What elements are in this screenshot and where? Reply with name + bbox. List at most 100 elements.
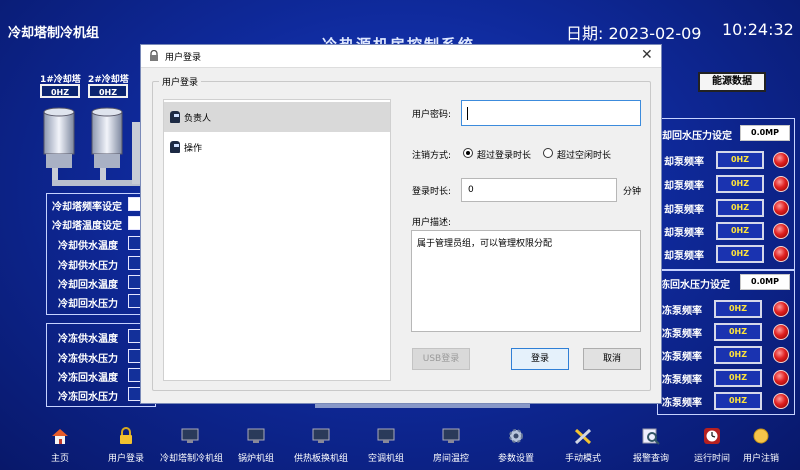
app-title: 冷却塔制冷机组 xyxy=(8,26,100,41)
description-textarea[interactable]: 属于管理员组，可以管理权限分配 xyxy=(411,230,641,332)
user-icon xyxy=(170,111,180,123)
tools-icon xyxy=(574,428,592,445)
bottom-toolbar: 主页 用户登录 冷却塔制冷机组 锅炉机组 供热板换机组 空调机组 房间温控 参数… xyxy=(0,419,800,470)
cancel-button[interactable]: 取消 xyxy=(583,348,641,370)
pump-label: 却泵频率 xyxy=(664,228,704,239)
energy-data-button[interactable]: 能源数据 xyxy=(698,72,766,92)
toolbar-label: 用户注销 xyxy=(742,454,779,464)
login-duration-input[interactable]: 0 xyxy=(461,178,617,202)
pump-label: 却泵频率 xyxy=(664,251,704,262)
toolbar-label: 报警查询 xyxy=(632,454,669,464)
clock-icon xyxy=(704,428,720,444)
pump-frequency: 0HZ xyxy=(716,175,764,193)
pump-label: 冻泵频率 xyxy=(662,352,702,363)
pump-status-indicator xyxy=(773,370,789,386)
monitor-icon xyxy=(181,428,199,443)
chilled-return-pressure-value[interactable]: 0.0MP xyxy=(740,274,790,290)
group-label: 用户登录 xyxy=(159,75,202,88)
lock-icon xyxy=(150,50,158,61)
pump-label: 冻泵频率 xyxy=(662,306,702,317)
pump-status-indicator xyxy=(773,200,789,216)
login-duration-label: 登录时长: xyxy=(412,187,452,197)
toolbar-label: 主页 xyxy=(50,454,69,464)
toolbar-manual-mode[interactable]: 手动模式 xyxy=(553,419,613,470)
search-icon xyxy=(642,428,660,445)
gear-icon xyxy=(509,429,523,443)
row-label: 冷却塔频率设定 xyxy=(52,202,122,213)
text-cursor xyxy=(467,107,468,120)
cooling-return-pressure-label: 却回水压力设定 xyxy=(662,131,732,142)
toolbar-home[interactable]: 主页 xyxy=(30,419,90,470)
pump-frequency: 0HZ xyxy=(716,245,764,263)
logout-method-label: 注销方式: xyxy=(412,151,452,161)
toolbar-label: 参数设置 xyxy=(497,454,534,464)
toolbar-label: 锅炉机组 xyxy=(237,454,274,464)
toolbar-user-logout[interactable]: 用户注销 xyxy=(731,419,791,470)
pump-label: 冻泵频率 xyxy=(662,375,702,386)
monitor-icon xyxy=(247,428,265,443)
radio-label: 超过登录时长 xyxy=(477,151,532,161)
pump-label: 冻泵频率 xyxy=(662,329,702,340)
tower-1-hz: 0HZ xyxy=(40,84,80,98)
pump-label: 却泵频率 xyxy=(664,181,704,192)
monitor-icon xyxy=(377,428,395,443)
list-item-user-operator[interactable]: 操作 xyxy=(164,132,390,162)
row-label: 冷却供水压力 xyxy=(58,261,118,272)
usb-login-button[interactable]: USB登录 xyxy=(412,348,470,370)
pump-status-indicator xyxy=(773,176,789,192)
toolbar-label: 供热板换机组 xyxy=(293,454,348,464)
pump-frequency: 0HZ xyxy=(714,323,762,341)
login-dialog: 用户登录 ✕ 用户登录 负责人 操作 用户密码: 注销方式: 超过登录时长 超过… xyxy=(140,44,662,404)
list-item-label: 操作 xyxy=(184,144,203,154)
toolbar-user-login[interactable]: 用户登录 xyxy=(96,419,156,470)
toolbar-room-temp-control[interactable]: 房间温控 xyxy=(421,419,481,470)
pump-frequency: 0HZ xyxy=(714,300,762,318)
toolbar-parameter-settings[interactable]: 参数设置 xyxy=(486,419,546,470)
list-item-label: 负责人 xyxy=(184,114,212,124)
toolbar-heat-exchanger-unit[interactable]: 供热板换机组 xyxy=(291,419,351,470)
toolbar-label: 空调机组 xyxy=(367,454,404,464)
cooling-return-pressure-value[interactable]: 0.0MP xyxy=(740,125,790,141)
pump-status-indicator xyxy=(773,393,789,409)
logout-icon xyxy=(753,428,769,444)
radio-login-duration[interactable] xyxy=(463,148,473,158)
login-button[interactable]: 登录 xyxy=(511,348,569,370)
toolbar-cooling-tower-unit[interactable]: 冷却塔制冷机组 xyxy=(160,419,223,470)
list-item-user-manager[interactable]: 负责人 xyxy=(164,102,390,132)
radio-idle-duration[interactable] xyxy=(543,148,553,158)
monitor-icon xyxy=(442,428,460,443)
pump-frequency: 0HZ xyxy=(716,222,764,240)
row-label: 冷却塔温度设定 xyxy=(52,221,122,232)
tower-2-hz: 0HZ xyxy=(88,84,128,98)
date-display: 日期: 2023-02-09 xyxy=(566,24,702,43)
pump-frequency: 0HZ xyxy=(716,199,764,217)
password-input[interactable] xyxy=(461,100,641,126)
pump-label: 冻泵频率 xyxy=(662,398,702,409)
pump-status-indicator xyxy=(773,246,789,262)
close-icon[interactable]: ✕ xyxy=(641,47,653,63)
row-label: 冷却回水温度 xyxy=(58,280,118,291)
dialog-titlebar[interactable]: 用户登录 ✕ xyxy=(141,45,661,68)
toolbar-boiler-unit[interactable]: 锅炉机组 xyxy=(226,419,286,470)
toolbar-alarm-query[interactable]: 报警查询 xyxy=(621,419,681,470)
pump-frequency: 0HZ xyxy=(714,346,762,364)
pump-label: 却泵频率 xyxy=(664,157,704,168)
time-display: 10:24:32 xyxy=(722,20,794,39)
row-label: 冷冻回水压力 xyxy=(58,392,118,403)
pump-status-indicator xyxy=(773,347,789,363)
pump-label: 却泵频率 xyxy=(664,205,704,216)
pump-frequency: 0HZ xyxy=(714,369,762,387)
toolbar-label: 手动模式 xyxy=(564,454,601,464)
monitor-icon xyxy=(312,428,330,443)
minutes-unit: 分钟 xyxy=(623,187,642,197)
pump-status-indicator xyxy=(773,324,789,340)
pump-status-indicator xyxy=(773,223,789,239)
dialog-title: 用户登录 xyxy=(165,53,202,63)
radio-label: 超过空闲时长 xyxy=(557,151,612,161)
user-list[interactable]: 负责人 操作 xyxy=(163,99,391,381)
toolbar-label: 房间温控 xyxy=(432,454,469,464)
description-value: 属于管理员组，可以管理权限分配 xyxy=(417,239,553,249)
cooling-tower-graphic xyxy=(43,107,142,186)
toolbar-ac-unit[interactable]: 空调机组 xyxy=(356,419,416,470)
pump-frequency: 0HZ xyxy=(716,151,764,169)
